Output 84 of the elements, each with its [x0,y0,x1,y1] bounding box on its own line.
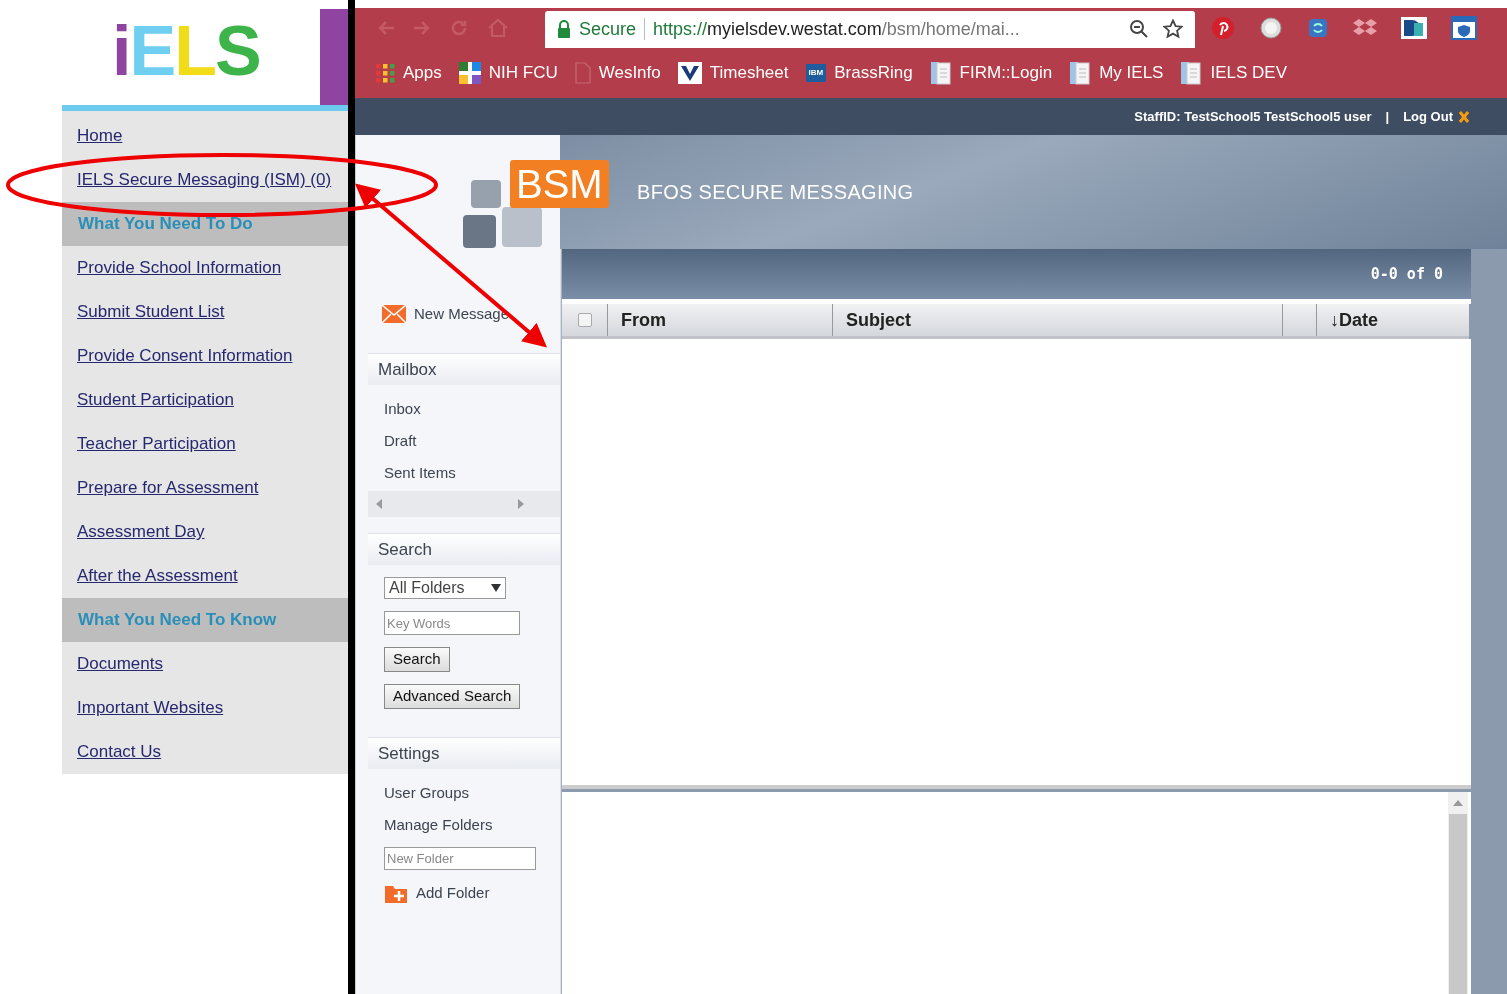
bookmark-item[interactable]: My IELS [1069,60,1164,86]
bookmark-item[interactable]: FIRM::Login [929,60,1053,86]
left-arrow-icon[interactable] [376,499,382,509]
keywords-field[interactable]: Key Words [384,611,520,635]
document-icon [929,61,952,85]
search-button[interactable]: Search [384,647,450,672]
forward-arrow-icon[interactable] [413,20,431,36]
add-folder-link[interactable]: Add Folder [416,882,490,905]
up-arrow-icon[interactable] [1453,800,1463,806]
user-info: StaffID: TestSchool5 TestSchool5 user [1134,107,1372,126]
dropdown-arrow-icon [491,584,501,592]
star-icon[interactable] [1163,19,1183,39]
url-text: https://myielsdev.westat.com/bsm/home/mai... [653,17,1020,41]
window-shield-icon[interactable] [1451,16,1477,40]
nav-link[interactable]: Submit Student List [77,299,225,325]
nav-heading: What You Need To Know [62,598,348,642]
close-icon[interactable] [1459,110,1469,123]
back-arrow-icon[interactable] [377,20,395,36]
folder-link[interactable]: Inbox [384,393,560,425]
nav-link[interactable]: After the Assessment [77,563,238,589]
right-arrow-icon[interactable] [518,499,524,509]
ibm-badge-icon: IBM [805,64,827,82]
nav-link[interactable]: Assessment Day [77,519,205,545]
logo-letter: L [174,16,215,86]
settings-link[interactable]: User Groups [384,777,560,809]
vertical-scrollbar[interactable] [1448,792,1468,994]
padlock-icon [557,20,571,38]
bookmark-item[interactable]: IELS DEV [1180,60,1287,86]
scrollbar-thumb[interactable] [1449,814,1467,994]
column-header[interactable]: From [608,304,833,336]
folder-select[interactable]: All Folders [384,577,506,599]
nav-link[interactable]: IELS Secure Messaging (ISM) (0) [77,167,332,193]
bookmark-item[interactable]: Apps [375,60,442,86]
nav-link[interactable]: Home [77,123,123,149]
nav-link[interactable]: Contact Us [77,739,162,765]
blank-page-icon [574,62,591,84]
horizontal-scrollbar[interactable] [368,491,560,517]
nav-link[interactable]: Student Participation [77,387,234,413]
nav-link[interactable]: Teacher Participation [77,431,236,457]
logo-letter: E [129,16,175,86]
section-header: Search [368,533,560,565]
document-icon [1180,61,1203,85]
folder-link[interactable]: Draft [384,425,560,457]
bookmark-item[interactable]: Timesheet [677,60,789,86]
folder-link[interactable]: Sent Items [384,457,560,489]
app-title: BFOS SECURE MESSAGING [637,180,914,205]
document-icon [1069,61,1092,85]
home-icon[interactable] [487,18,509,38]
sync-arrows-icon[interactable] [1307,17,1329,39]
select-all-checkbox[interactable] [577,313,592,327]
nav-link[interactable]: Provide School Information [77,255,282,281]
column-header[interactable]: Subject [833,304,1283,336]
bsm-logo: BSM [510,160,609,208]
settings-link[interactable]: Manage Folders [384,809,560,841]
nav-heading: What You Need To Do [62,202,348,246]
tile-extension-icon[interactable] [1401,17,1427,39]
address-bar[interactable]: Secure https://myielsdev.westat.com/bsm/home/mai... [545,10,1195,48]
logo-letter: i [112,16,130,86]
apps-grid-icon [375,63,395,83]
logo-letter: S [214,16,260,86]
zoom-out-icon[interactable] [1129,19,1149,39]
section-header: Settings [368,737,560,769]
bookmark-item[interactable]: WesInfo [574,60,661,86]
new-message-link[interactable]: New Message [414,302,510,325]
pager-text: 0-0 of 0 [1370,263,1443,285]
bookmark-item[interactable]: IBM BrassRing [805,60,913,86]
bookmark-item[interactable]: NIH FCU [458,60,558,86]
column-header[interactable]: ↓Date [1317,304,1469,336]
advanced-search-button[interactable]: Advanced Search [384,684,521,709]
checkmark-logo-icon [677,62,702,84]
nav-link[interactable]: Important Websites [77,695,224,721]
separator: | [1385,107,1390,126]
colored-tile-icon [458,62,481,84]
nav-link[interactable]: Prepare for Assessment [77,475,259,501]
logout-link[interactable]: Log Out [1403,106,1453,127]
new-folder-field[interactable]: New Folder [384,847,536,870]
circle-extension-icon[interactable] [1259,16,1283,40]
nav-link[interactable]: Documents [77,651,163,677]
pinterest-icon[interactable] [1211,16,1235,40]
envelope-icon [382,304,406,323]
reload-icon[interactable] [449,18,469,38]
nav-link[interactable]: Provide Consent Information [77,343,293,369]
secure-label: Secure [579,17,637,41]
section-header: Mailbox [368,353,560,385]
